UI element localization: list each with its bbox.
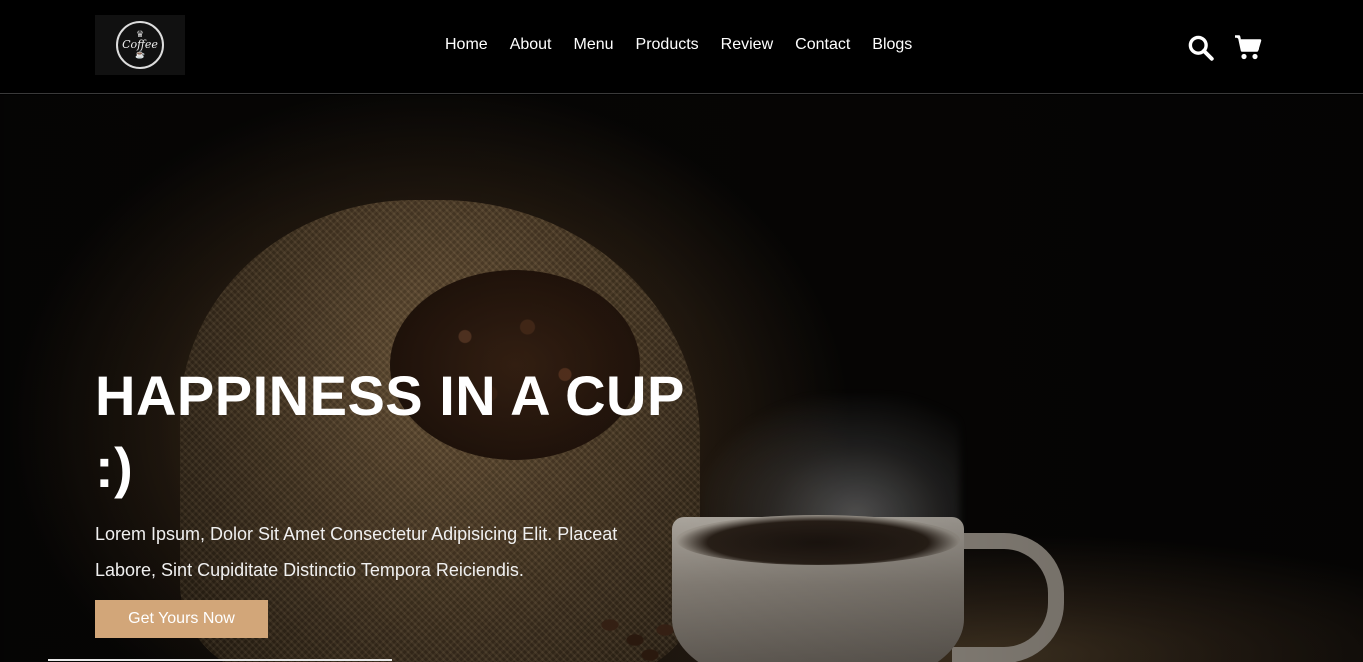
- search-icon[interactable]: [1186, 33, 1214, 61]
- nav-products[interactable]: Products: [636, 36, 699, 54]
- logo[interactable]: ♛ Coffee ☕: [95, 15, 185, 75]
- hero-content: HAPPINESS IN A CUP :) Lorem Ipsum, Dolor…: [95, 360, 715, 588]
- hero-title: HAPPINESS IN A CUP :): [95, 364, 684, 499]
- scroll-indicator: [48, 659, 392, 661]
- nav-menu[interactable]: Menu: [574, 36, 614, 54]
- main-nav: Home About Menu Products Review Contact …: [445, 36, 912, 54]
- nav-contact[interactable]: Contact: [795, 36, 850, 54]
- header-icons: [1186, 33, 1262, 61]
- cart-icon[interactable]: [1234, 33, 1262, 61]
- hero-section: HAPPINESS IN A CUP :) Lorem Ipsum, Dolor…: [0, 95, 1363, 662]
- nav-review[interactable]: Review: [721, 36, 773, 54]
- logo-text: Coffee: [122, 37, 158, 51]
- cup-icon: ☕: [135, 49, 145, 59]
- hero-description: Lorem Ipsum, Dolor Sit Amet Consectetur …: [95, 524, 618, 580]
- site-header: ♛ Coffee ☕ Home About Menu Products Revi…: [0, 0, 1363, 94]
- coffee-logo-badge: ♛ Coffee ☕: [116, 21, 164, 69]
- nav-blogs[interactable]: Blogs: [872, 36, 912, 54]
- nav-home[interactable]: Home: [445, 36, 488, 54]
- nav-about[interactable]: About: [510, 36, 552, 54]
- get-yours-now-button[interactable]: Get Yours Now: [95, 600, 268, 638]
